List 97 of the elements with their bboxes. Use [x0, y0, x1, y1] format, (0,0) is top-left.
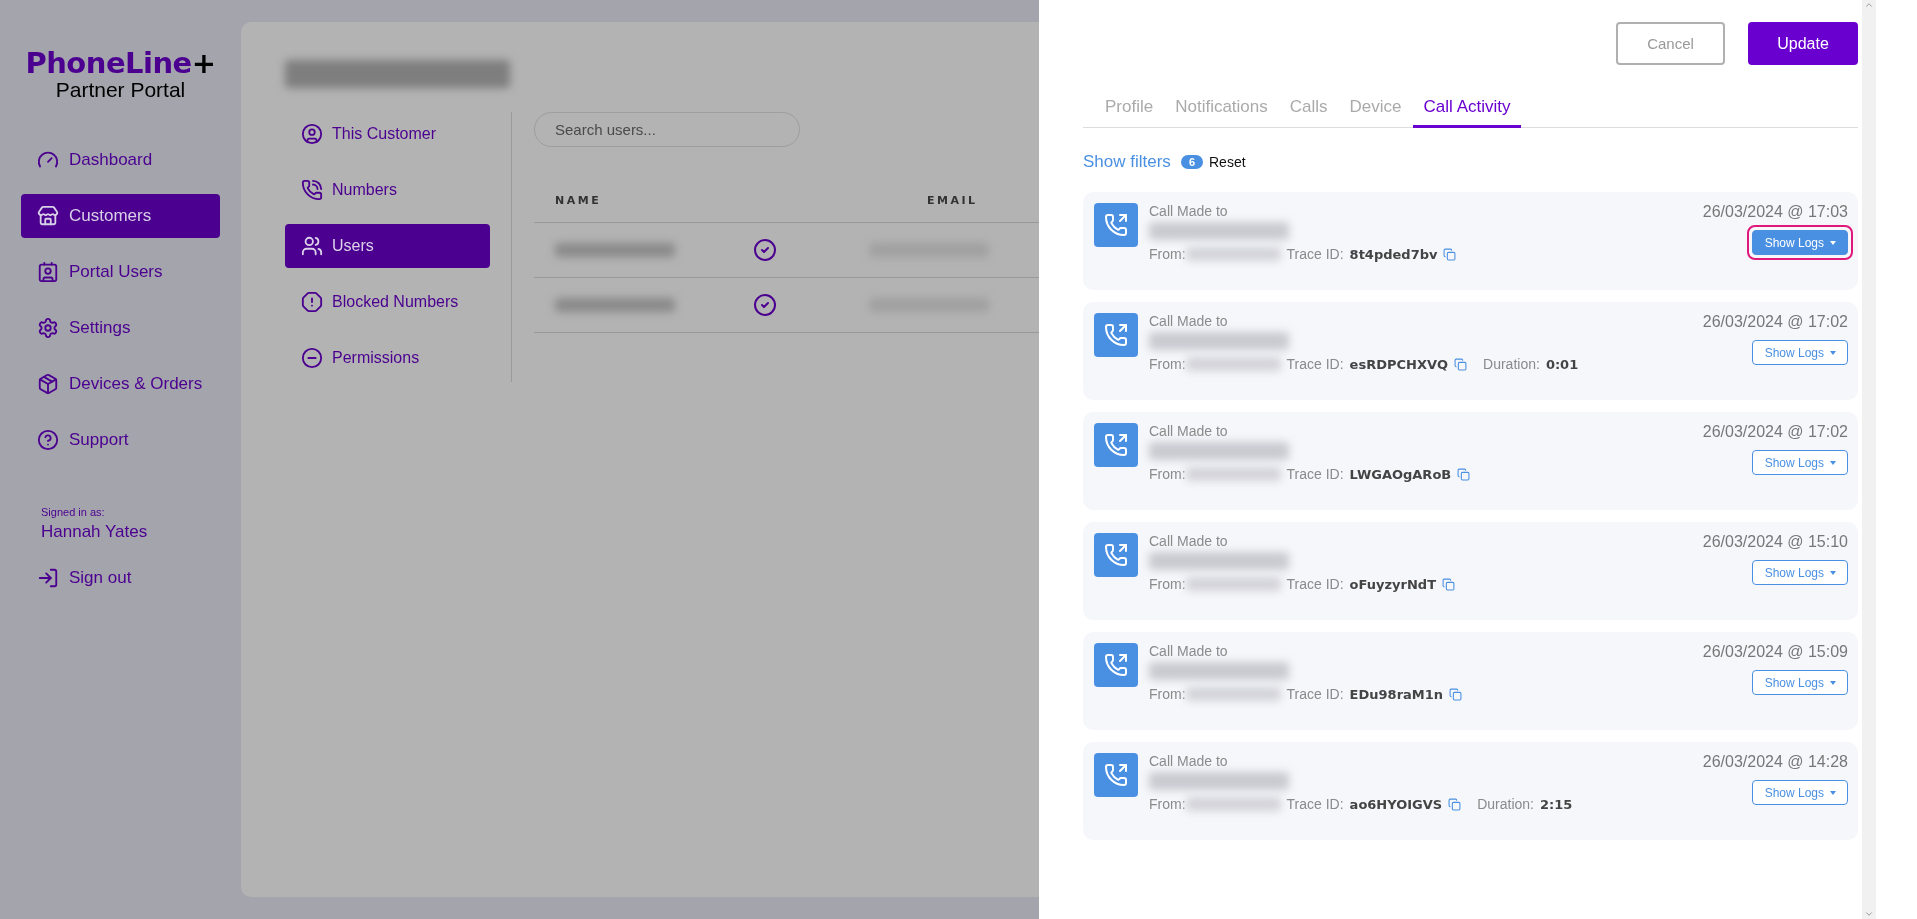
trace-id: ao6HYOIGVS — [1349, 796, 1443, 812]
id-badge-icon — [37, 261, 59, 283]
cancel-button[interactable]: Cancel — [1616, 22, 1725, 65]
outgoing-call-icon — [1094, 203, 1138, 247]
sign-out-icon — [37, 567, 59, 589]
signed-in-label: Signed in as: — [41, 506, 106, 518]
from-label: From: — [1149, 686, 1186, 702]
outgoing-call-icon — [1094, 753, 1138, 797]
show-logs-button[interactable]: Show Logs — [1751, 340, 1848, 365]
call-time: 26/03/2024 @ 15:09 — [1702, 643, 1848, 661]
sidebar-item[interactable]: Support — [21, 418, 220, 462]
call-title: Call Made to — [1149, 203, 1229, 219]
show-logs-button[interactable]: Show Logs — [1751, 230, 1848, 255]
caret-icon — [1830, 680, 1836, 685]
outgoing-call-icon — [1094, 533, 1138, 577]
sidebar-item[interactable]: Dashboard — [21, 138, 220, 182]
copy-icon[interactable] — [1448, 797, 1462, 811]
trace-label: Trace ID: — [1286, 796, 1344, 812]
show-logs-button[interactable]: Show Logs — [1751, 780, 1848, 805]
call-time: 26/03/2024 @ 17:02 — [1702, 423, 1848, 441]
show-logs-button[interactable]: Show Logs — [1751, 450, 1848, 475]
copy-icon[interactable] — [1442, 577, 1455, 591]
call-title: Call Made to — [1149, 313, 1229, 329]
call-title: Call Made to — [1149, 643, 1229, 659]
users-icon — [301, 235, 323, 257]
column-header: EMAIL — [926, 193, 979, 207]
trace-label: Trace ID: — [1286, 466, 1344, 482]
brand-logo: PhoneLine+ — [25, 46, 216, 80]
duration-value: 2:15 — [1540, 796, 1573, 812]
octagon-icon — [301, 291, 323, 313]
outgoing-call-icon — [1094, 313, 1138, 357]
phone-icon — [301, 179, 323, 201]
call-time: 26/03/2024 @ 15:10 — [1702, 533, 1848, 551]
duration-value: 0:01 — [1545, 356, 1579, 372]
trace-label: Trace ID: — [1286, 576, 1344, 592]
show-filters-link[interactable]: Show filters — [1083, 152, 1171, 172]
from-label: From: — [1149, 576, 1186, 592]
store-icon — [37, 205, 59, 227]
call-time: 26/03/2024 @ 14:28 — [1702, 753, 1848, 771]
customer-tab[interactable]: Blocked Numbers — [285, 280, 490, 324]
sign-out-link[interactable]: Sign out — [21, 556, 220, 600]
trace-id: oFuyzyrNdT — [1349, 576, 1436, 592]
package-icon — [37, 373, 59, 395]
show-logs-button[interactable]: Show Logs — [1751, 560, 1848, 585]
help-icon — [37, 429, 59, 451]
minus-circle-icon — [301, 347, 323, 369]
customer-tab[interactable]: Numbers — [285, 168, 490, 212]
caret-icon — [1830, 350, 1836, 355]
from-label: From: — [1149, 796, 1186, 812]
call-time: 26/03/2024 @ 17:02 — [1702, 313, 1848, 331]
caret-icon — [1830, 790, 1836, 795]
duration-label: Duration: — [1483, 356, 1540, 372]
trace-id: LWGAOgARoB — [1349, 466, 1452, 482]
sidebar-item[interactable]: Devices & Orders — [21, 362, 220, 406]
caret-icon — [1830, 460, 1836, 465]
sidebar-item[interactable]: Customers — [21, 194, 220, 238]
show-logs-button[interactable]: Show Logs — [1751, 670, 1848, 695]
column-header: NAME — [554, 193, 603, 207]
trace-label: Trace ID: — [1286, 356, 1344, 372]
scrollbar[interactable] — [1862, 0, 1876, 919]
brand-subtitle: Partner Portal — [55, 78, 186, 102]
copy-icon[interactable] — [1449, 687, 1463, 701]
call-time: 26/03/2024 @ 17:03 — [1702, 203, 1848, 221]
customer-tab[interactable]: This Customer — [285, 112, 490, 156]
trace-id: EDu98raM1n — [1349, 686, 1444, 702]
scroll-down-icon[interactable] — [1864, 909, 1874, 919]
search-field[interactable]: Search users... — [534, 112, 800, 147]
from-label: From: — [1149, 246, 1186, 262]
trace-label: Trace ID: — [1286, 686, 1344, 702]
from-label: From: — [1149, 356, 1186, 372]
caret-icon — [1830, 240, 1836, 245]
user-circle-icon — [301, 123, 323, 145]
call-title: Call Made to — [1149, 753, 1229, 769]
update-button[interactable]: Update — [1748, 22, 1858, 65]
caret-icon — [1830, 570, 1836, 575]
copy-icon[interactable] — [1454, 357, 1468, 371]
call-title: Call Made to — [1149, 533, 1229, 549]
reset-link[interactable]: Reset — [1209, 154, 1246, 170]
user-name: Hannah Yates — [41, 522, 149, 542]
trace-label: Trace ID: — [1286, 246, 1344, 262]
duration-label: Duration: — [1477, 796, 1534, 812]
from-label: From: — [1149, 466, 1186, 482]
sidebar-item[interactable]: Settings — [21, 306, 220, 350]
outgoing-call-icon — [1094, 643, 1138, 687]
outgoing-call-icon — [1094, 423, 1138, 467]
copy-icon[interactable] — [1457, 467, 1471, 481]
trace-id: esRDPCHXVQ — [1349, 356, 1449, 372]
scroll-up-icon[interactable] — [1864, 0, 1874, 10]
customer-tab[interactable]: Permissions — [285, 336, 490, 380]
settings-icon — [37, 317, 59, 339]
customer-tab[interactable]: Users — [285, 224, 490, 268]
trace-id: 8t4pded7bv — [1349, 246, 1438, 262]
copy-icon[interactable] — [1443, 247, 1457, 261]
tab[interactable]: Call Activity — [1412, 97, 1522, 128]
filter-count: 6 — [1180, 155, 1203, 169]
sidebar-item[interactable]: Portal Users — [21, 250, 220, 294]
call-title: Call Made to — [1149, 423, 1229, 439]
